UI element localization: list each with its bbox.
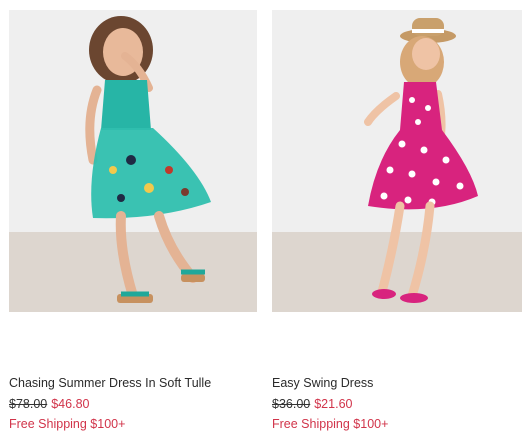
child-in-teal-dress-illustration: [85, 16, 211, 303]
product-image[interactable]: [9, 10, 257, 312]
product-title[interactable]: Easy Swing Dress: [272, 376, 373, 390]
product-title[interactable]: Chasing Summer Dress In Soft Tulle: [9, 376, 211, 390]
product-image[interactable]: [272, 10, 522, 312]
product-prices: $78.00 $46.80: [9, 397, 89, 411]
product-prices: $36.00 $21.60: [272, 397, 352, 411]
sale-price: $21.60: [314, 397, 353, 411]
shipping-note: Free Shipping $100+: [9, 417, 126, 431]
original-price: $78.00: [9, 397, 48, 411]
original-price: $36.00: [272, 397, 311, 411]
product-card[interactable]: Chasing Summer Dress In Soft Tulle $78.0…: [9, 10, 257, 431]
child-in-pink-dress-illustration: [364, 18, 478, 303]
shipping-note: Free Shipping $100+: [272, 417, 389, 431]
product-card[interactable]: Easy Swing Dress $36.00 $21.60 Free Shipp…: [272, 10, 522, 431]
sale-price: $46.80: [51, 397, 90, 411]
